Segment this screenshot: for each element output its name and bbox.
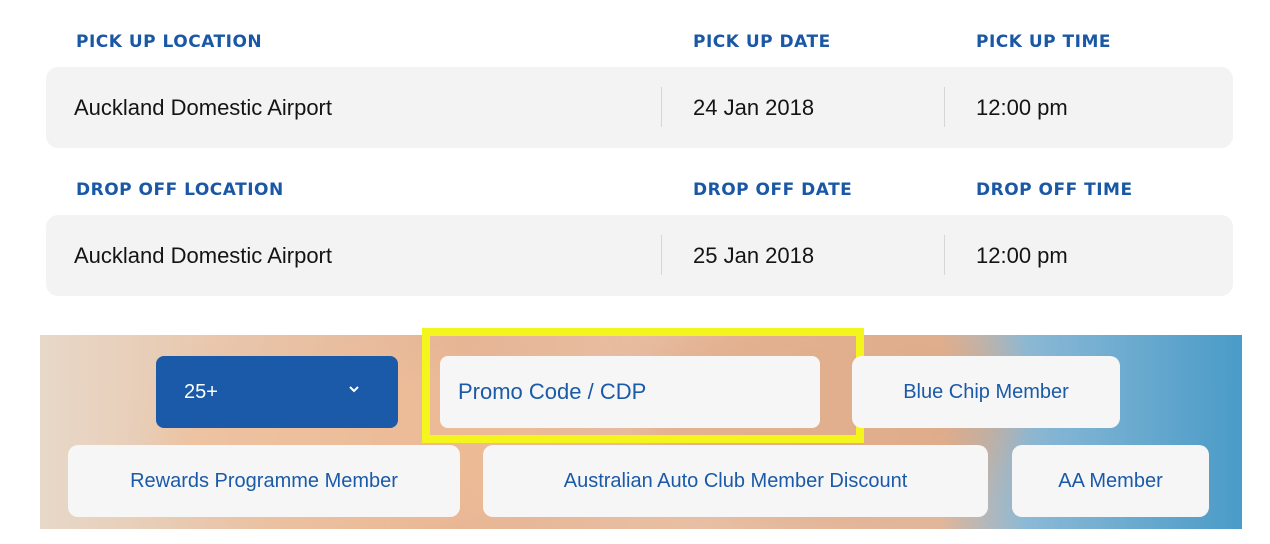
chevron-down-icon <box>349 386 359 393</box>
driver-age-value: 25+ <box>184 381 218 403</box>
divider <box>944 235 945 275</box>
dropoff-location-field[interactable]: Auckland Domestic Airport <box>74 215 332 296</box>
dropoff-date-field[interactable]: 25 Jan 2018 <box>693 215 814 296</box>
aa-member-button[interactable]: AA Member <box>1012 445 1209 517</box>
dropoff-time-label: DROP OFF TIME <box>976 180 1133 200</box>
pickup-row: Auckland Domestic Airport 24 Jan 2018 12… <box>46 67 1233 148</box>
australian-auto-club-button[interactable]: Australian Auto Club Member Discount <box>483 445 988 517</box>
dropoff-location-label: DROP OFF LOCATION <box>76 180 284 200</box>
rewards-programme-member-button[interactable]: Rewards Programme Member <box>68 445 460 517</box>
divider <box>661 87 662 127</box>
driver-age-select[interactable]: 25+ <box>156 356 398 428</box>
pickup-location-label: PICK UP LOCATION <box>76 32 263 52</box>
dropoff-time-field[interactable]: 12:00 pm <box>976 215 1068 296</box>
pickup-date-field[interactable]: 24 Jan 2018 <box>693 67 814 148</box>
divider <box>661 235 662 275</box>
dropoff-date-label: DROP OFF DATE <box>693 180 853 200</box>
pickup-location-field[interactable]: Auckland Domestic Airport <box>74 67 332 148</box>
dropoff-row: Auckland Domestic Airport 25 Jan 2018 12… <box>46 215 1233 296</box>
highlight-box <box>422 328 864 443</box>
pickup-time-field[interactable]: 12:00 pm <box>976 67 1068 148</box>
divider <box>944 87 945 127</box>
blue-chip-member-button[interactable]: Blue Chip Member <box>852 356 1120 428</box>
pickup-time-label: PICK UP TIME <box>976 32 1111 52</box>
pickup-date-label: PICK UP DATE <box>693 32 831 52</box>
